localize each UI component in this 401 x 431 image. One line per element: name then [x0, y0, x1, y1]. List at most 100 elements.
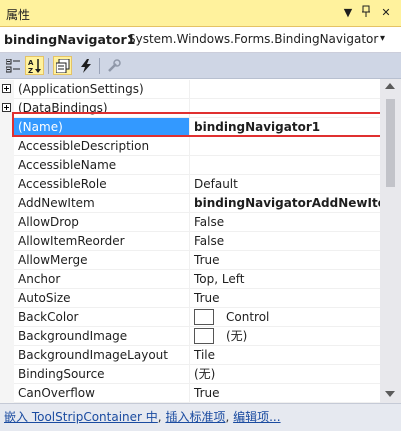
- property-row[interactable]: AddNewItem bindingNavigatorAddNewIter: [0, 194, 380, 213]
- property-row[interactable]: Anchor Top, Left: [0, 270, 380, 289]
- row-gutter: [0, 99, 14, 118]
- property-name: AccessibleRole: [14, 175, 190, 194]
- property-value[interactable]: (无): [190, 365, 380, 384]
- property-value-text: False: [194, 234, 225, 248]
- property-value[interactable]: [190, 99, 380, 118]
- property-row[interactable]: AccessibleDescription: [0, 137, 380, 156]
- expand-plus-icon[interactable]: [2, 84, 11, 93]
- property-row[interactable]: AccessibleName: [0, 156, 380, 175]
- property-name: BackgroundImage: [14, 327, 190, 346]
- property-value[interactable]: False: [190, 213, 380, 232]
- row-gutter: [0, 232, 14, 251]
- property-value[interactable]: bindingNavigator1: [190, 118, 380, 137]
- svg-text:A: A: [28, 59, 34, 67]
- object-selector[interactable]: bindingNavigator1 System.Windows.Forms.B…: [0, 27, 401, 53]
- row-gutter: [0, 118, 14, 137]
- events-button[interactable]: [76, 56, 95, 75]
- row-gutter: [0, 137, 14, 156]
- row-gutter: [0, 270, 14, 289]
- row-gutter: [0, 365, 14, 384]
- row-gutter: [0, 327, 14, 346]
- property-value[interactable]: Top, Left: [190, 270, 380, 289]
- scroll-thumb[interactable]: [386, 99, 395, 187]
- properties-button[interactable]: [53, 56, 72, 75]
- embed-toolstripcontainer-link[interactable]: 嵌入 ToolStripContainer 中: [4, 410, 158, 424]
- property-value[interactable]: (无): [190, 327, 380, 346]
- property-toolbar: AZ: [0, 53, 401, 79]
- property-value[interactable]: Default: [190, 175, 380, 194]
- vertical-scrollbar[interactable]: [380, 79, 401, 403]
- scroll-up-icon[interactable]: [385, 83, 395, 89]
- property-value[interactable]: True: [190, 384, 380, 403]
- row-gutter: [0, 213, 14, 232]
- property-row[interactable]: (DataBindings): [0, 99, 380, 118]
- pin-icon[interactable]: [358, 5, 374, 21]
- property-value-text: (无): [194, 367, 216, 381]
- property-row[interactable]: BackgroundImage (无): [0, 327, 380, 346]
- categorized-icon: [5, 58, 20, 72]
- property-name: (DataBindings): [14, 99, 190, 118]
- property-row[interactable]: (ApplicationSettings): [0, 80, 380, 99]
- row-gutter: [0, 80, 14, 99]
- property-row[interactable]: (Name) bindingNavigator1: [0, 118, 380, 137]
- edit-items-link[interactable]: 编辑项...: [233, 410, 280, 424]
- property-value[interactable]: [190, 137, 380, 156]
- property-pages-button[interactable]: [104, 56, 123, 75]
- property-grid: (ApplicationSettings) (DataBindings) (Name…: [0, 79, 380, 403]
- property-value-text: bindingNavigator1: [194, 120, 321, 134]
- wrench-icon: [107, 58, 121, 72]
- commands-pane: 嵌入 ToolStripContainer 中, 插入标准项, 编辑项...: [0, 403, 401, 431]
- property-name: Anchor: [14, 270, 190, 289]
- toolbar-separator: [99, 58, 100, 74]
- row-gutter: [0, 384, 14, 403]
- property-row[interactable]: AllowMerge True: [0, 251, 380, 270]
- close-icon[interactable]: ✕: [378, 5, 394, 21]
- property-name: BindingSource: [14, 365, 190, 384]
- property-name: BackgroundImageLayout: [14, 346, 190, 365]
- property-name: AddNewItem: [14, 194, 190, 213]
- property-value[interactable]: [190, 80, 380, 99]
- property-value-text: True: [194, 291, 220, 305]
- property-value[interactable]: [190, 156, 380, 175]
- row-gutter: [0, 156, 14, 175]
- property-value-text: Default: [194, 177, 238, 191]
- toolbar-separator: [48, 58, 49, 74]
- object-name: bindingNavigator1: [4, 32, 136, 47]
- property-name: CanOverflow: [14, 384, 190, 403]
- alphabetical-icon: AZ: [28, 58, 41, 74]
- alphabetical-button[interactable]: AZ: [25, 56, 44, 75]
- row-gutter: [0, 251, 14, 270]
- categorized-button[interactable]: [3, 56, 22, 75]
- expand-plus-icon[interactable]: [2, 103, 11, 112]
- events-icon: [80, 58, 91, 73]
- property-value-text: Control: [226, 310, 270, 324]
- row-gutter: [0, 194, 14, 213]
- property-row[interactable]: AutoSize True: [0, 289, 380, 308]
- color-swatch: [194, 327, 214, 344]
- window-position-dropdown-icon[interactable]: ▼: [340, 5, 356, 21]
- property-value-text: Tile: [194, 348, 216, 362]
- scroll-down-icon[interactable]: [385, 391, 395, 397]
- svg-text:Z: Z: [28, 67, 33, 74]
- property-name: AllowDrop: [14, 213, 190, 232]
- property-row[interactable]: AllowDrop False: [0, 213, 380, 232]
- property-name: AutoSize: [14, 289, 190, 308]
- property-row[interactable]: BackColor Control: [0, 308, 380, 327]
- property-value[interactable]: Tile: [190, 346, 380, 365]
- property-row[interactable]: AccessibleRole Default: [0, 175, 380, 194]
- property-row[interactable]: CanOverflow True: [0, 384, 380, 403]
- title-bar: 属性 ▼ ✕: [0, 0, 401, 27]
- insert-standard-items-link[interactable]: 插入标准项: [165, 410, 225, 424]
- property-value[interactable]: False: [190, 232, 380, 251]
- properties-icon: [55, 58, 69, 73]
- property-value[interactable]: bindingNavigatorAddNewIter: [190, 194, 380, 213]
- property-value[interactable]: Control: [190, 308, 380, 327]
- property-row[interactable]: AllowItemReorder False: [0, 232, 380, 251]
- property-row[interactable]: BackgroundImageLayout Tile: [0, 346, 380, 365]
- color-swatch: [194, 308, 214, 325]
- chevron-down-icon[interactable]: ▾: [380, 33, 385, 44]
- property-value[interactable]: True: [190, 251, 380, 270]
- property-row[interactable]: BindingSource (无): [0, 365, 380, 384]
- property-value-text: False: [194, 215, 225, 229]
- property-value[interactable]: True: [190, 289, 380, 308]
